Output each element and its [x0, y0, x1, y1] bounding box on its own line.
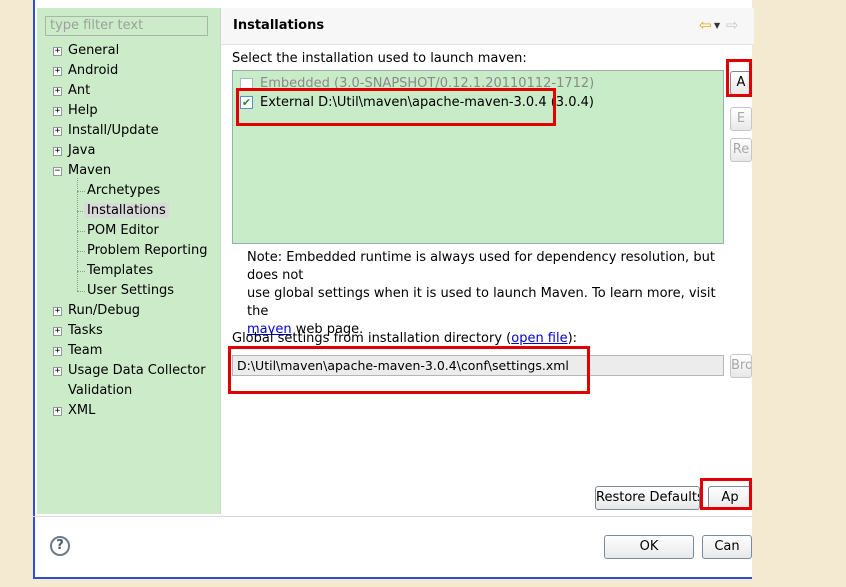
sidebar-item-team[interactable]: Team: [68, 342, 102, 360]
sidebar-item-problem-reporting[interactable]: Problem Reporting: [87, 242, 207, 260]
highlight-settings-path: [228, 346, 590, 394]
sidebar-item-label: Archetypes: [87, 183, 161, 198]
cancel-button[interactable]: Can: [702, 535, 752, 559]
global-settings-text-end: ):: [567, 331, 578, 346]
tree-connector: [77, 191, 85, 192]
sidebar-item-label: Installations: [84, 203, 169, 218]
highlight-external-installation: [236, 88, 556, 126]
sidebar-item-label: Android: [68, 63, 119, 78]
tree-connector: [77, 271, 85, 272]
sidebar-item-help[interactable]: Help: [68, 102, 98, 120]
sidebar-item-pom-editor[interactable]: POM Editor: [87, 222, 159, 240]
expander-icon[interactable]: +: [53, 327, 62, 336]
sidebar-item-java[interactable]: Java: [68, 142, 95, 160]
help-icon[interactable]: ?: [50, 536, 70, 556]
footer-separator: [33, 516, 752, 517]
sidebar-item-validation[interactable]: Validation: [68, 382, 132, 400]
note-line-1: Note: Embedded runtime is always used fo…: [247, 250, 715, 283]
sidebar-item-archetypes[interactable]: Archetypes: [87, 182, 160, 200]
preferences-sidebar: type filter text + General + Android + Ant + He…: [37, 8, 221, 514]
remove-button[interactable]: Re: [730, 138, 752, 162]
note-line-2: use global settings when it is used to l…: [247, 286, 716, 319]
sidebar-item-label: Maven: [68, 163, 112, 178]
sidebar-item-label: Ant: [68, 83, 91, 98]
sidebar-item-label: Help: [68, 103, 98, 118]
expander-icon[interactable]: +: [53, 127, 62, 136]
sidebar-item-label: Validation: [68, 383, 133, 398]
browse-button[interactable]: Bro: [730, 354, 752, 378]
expander-icon[interactable]: +: [53, 367, 62, 376]
sidebar-item-label: Problem Reporting: [87, 243, 208, 258]
sidebar-item-label: Run/Debug: [68, 303, 141, 318]
page-title: Installations: [233, 18, 325, 33]
sidebar-item-label: POM Editor: [87, 223, 159, 238]
expander-icon[interactable]: +: [53, 67, 62, 76]
sidebar-item-general[interactable]: General: [68, 42, 119, 60]
tree-connector: [77, 231, 85, 232]
sidebar-item-usage-data-collector[interactable]: Usage Data Collector: [68, 362, 206, 380]
filter-input[interactable]: type filter text: [45, 16, 208, 36]
sidebar-item-label: Team: [68, 343, 103, 358]
expander-icon[interactable]: +: [53, 307, 62, 316]
edit-button[interactable]: E: [730, 107, 752, 131]
sidebar-item-android[interactable]: Android: [68, 62, 118, 80]
back-arrow-icon[interactable]: ⇦: [699, 18, 712, 33]
sidebar-item-tasks[interactable]: Tasks: [68, 322, 103, 340]
chevron-down-icon[interactable]: ▼: [714, 21, 720, 30]
sidebar-item-ant[interactable]: Ant: [68, 82, 90, 100]
ok-button[interactable]: OK: [604, 535, 694, 559]
page-header: Installations ⇦ ▼ ⇨: [221, 8, 754, 45]
tree-connector: [77, 291, 85, 292]
sidebar-item-templates[interactable]: Templates: [87, 262, 153, 280]
embedded-runtime-note: Note: Embedded runtime is always used fo…: [247, 249, 727, 339]
sidebar-item-installations[interactable]: Installations: [84, 202, 169, 220]
highlight-add-button: [726, 59, 752, 97]
sidebar-item-run-debug[interactable]: Run/Debug: [68, 302, 140, 320]
forward-arrow-icon[interactable]: ⇨: [726, 18, 739, 33]
open-file-link[interactable]: open file: [511, 331, 567, 346]
expander-icon[interactable]: +: [53, 347, 62, 356]
sidebar-item-label: XML: [68, 403, 96, 418]
sidebar-item-label: User Settings: [87, 283, 175, 298]
sidebar-item-label: General: [68, 43, 120, 58]
tree-connector: [77, 251, 85, 252]
tree-connector-vertical: [77, 178, 78, 291]
sidebar-item-label: Java: [68, 143, 96, 158]
global-settings-label: Global settings from installation direct…: [232, 331, 577, 346]
background-right: [752, 0, 846, 587]
sidebar-item-label: Usage Data Collector: [68, 363, 206, 378]
background-left: [0, 0, 33, 587]
sidebar-item-install-update[interactable]: Install/Update: [68, 122, 159, 140]
select-installation-label: Select the installation used to launch m…: [232, 51, 527, 66]
expander-icon[interactable]: +: [53, 47, 62, 56]
sidebar-item-label: Tasks: [68, 323, 103, 338]
expander-icon[interactable]: +: [53, 147, 62, 156]
global-settings-text: Global settings from installation direct…: [232, 331, 512, 346]
expander-icon[interactable]: +: [53, 407, 62, 416]
sidebar-item-label: Install/Update: [68, 123, 159, 138]
expander-icon[interactable]: +: [53, 87, 62, 96]
expander-icon[interactable]: −: [53, 167, 62, 176]
sidebar-item-maven[interactable]: Maven: [68, 162, 111, 180]
sidebar-item-label: Templates: [87, 263, 154, 278]
sidebar-item-xml[interactable]: XML: [68, 402, 95, 420]
highlight-apply-button: [700, 478, 752, 510]
sidebar-item-user-settings[interactable]: User Settings: [87, 282, 174, 300]
expander-icon[interactable]: +: [53, 107, 62, 116]
restore-defaults-button[interactable]: Restore Defaults: [595, 486, 700, 510]
